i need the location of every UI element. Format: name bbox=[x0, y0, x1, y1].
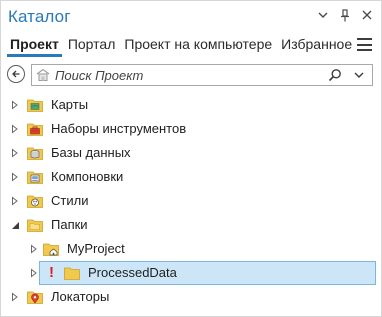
tab-portal[interactable]: Портал bbox=[65, 35, 119, 53]
styles-folder-icon bbox=[27, 195, 43, 208]
search-options-chevron-icon[interactable] bbox=[352, 68, 366, 82]
expand-arrow-icon[interactable] bbox=[10, 172, 20, 182]
pin-icon[interactable] bbox=[338, 8, 351, 22]
expand-arrow-icon[interactable] bbox=[29, 268, 39, 278]
folder-icon bbox=[64, 267, 80, 280]
tab-favorites[interactable]: Избранное bbox=[278, 35, 355, 53]
expand-arrow-icon[interactable] bbox=[10, 100, 20, 110]
tree-item-label: Компоновки bbox=[51, 169, 124, 184]
toolboxes-folder-icon bbox=[27, 123, 43, 136]
folders-folder-icon bbox=[27, 219, 43, 232]
hamburger-menu-icon[interactable] bbox=[357, 38, 372, 51]
databases-folder-icon bbox=[27, 147, 43, 160]
close-icon[interactable] bbox=[360, 8, 373, 22]
pane-title: Каталог bbox=[8, 7, 71, 26]
tree-item-label: Локаторы bbox=[51, 289, 110, 304]
tree-item-processeddata[interactable]: ! ProcessedData bbox=[39, 261, 376, 285]
tree-item-folders[interactable]: Папки bbox=[1, 213, 381, 237]
warning-icon: ! bbox=[49, 264, 54, 281]
pane-titlebar: Каталог bbox=[1, 1, 381, 33]
tree-item-layouts[interactable]: Компоновки bbox=[1, 165, 381, 189]
catalog-tabs: Проект Портал Проект на компьютере Избра… bbox=[7, 35, 358, 57]
expand-arrow-icon[interactable] bbox=[10, 196, 20, 206]
pane-controls bbox=[316, 8, 373, 22]
search-input[interactable] bbox=[55, 66, 305, 84]
tree-item-label: MyProject bbox=[67, 241, 125, 256]
tree-item-styles[interactable]: Стили bbox=[1, 189, 381, 213]
tree-item-label: Базы данных bbox=[51, 145, 131, 160]
expand-arrow-icon[interactable] bbox=[29, 244, 39, 254]
tree-item-label: Стили bbox=[51, 193, 89, 208]
home-folder-icon bbox=[43, 243, 59, 256]
tree-item-locators[interactable]: Локаторы bbox=[1, 285, 381, 309]
search-icon[interactable] bbox=[328, 68, 342, 82]
locators-folder-icon bbox=[27, 291, 43, 304]
layouts-folder-icon bbox=[27, 171, 43, 184]
collapse-arrow-icon[interactable] bbox=[10, 220, 20, 230]
project-location-icon bbox=[36, 68, 50, 81]
expand-arrow-icon[interactable] bbox=[10, 292, 20, 302]
tree-item-label: Карты bbox=[51, 97, 89, 112]
tree-item-label: Папки bbox=[51, 217, 88, 232]
tree-item-databases[interactable]: Базы данных bbox=[1, 141, 381, 165]
tab-project[interactable]: Проект bbox=[7, 35, 62, 57]
tab-computer[interactable]: Проект на компьютере bbox=[121, 35, 275, 53]
expand-arrow-icon[interactable] bbox=[10, 124, 20, 134]
search-row bbox=[7, 64, 373, 86]
search-box bbox=[31, 64, 373, 86]
tree-item-label: ProcessedData bbox=[88, 265, 177, 280]
tree-item-toolboxes[interactable]: Наборы инструментов bbox=[1, 117, 381, 141]
catalog-pane: Каталог Проект Портал Проект на компьюте… bbox=[0, 0, 382, 317]
tree-item-myproject[interactable]: MyProject bbox=[1, 237, 381, 261]
expand-arrow-icon[interactable] bbox=[10, 148, 20, 158]
tree-item-label: Наборы инструментов bbox=[51, 121, 187, 136]
tree-item-maps[interactable]: Карты bbox=[1, 93, 381, 117]
maps-folder-icon bbox=[27, 99, 43, 112]
back-arrow-icon[interactable] bbox=[7, 65, 25, 83]
pane-options-dropdown-icon[interactable] bbox=[316, 8, 329, 22]
